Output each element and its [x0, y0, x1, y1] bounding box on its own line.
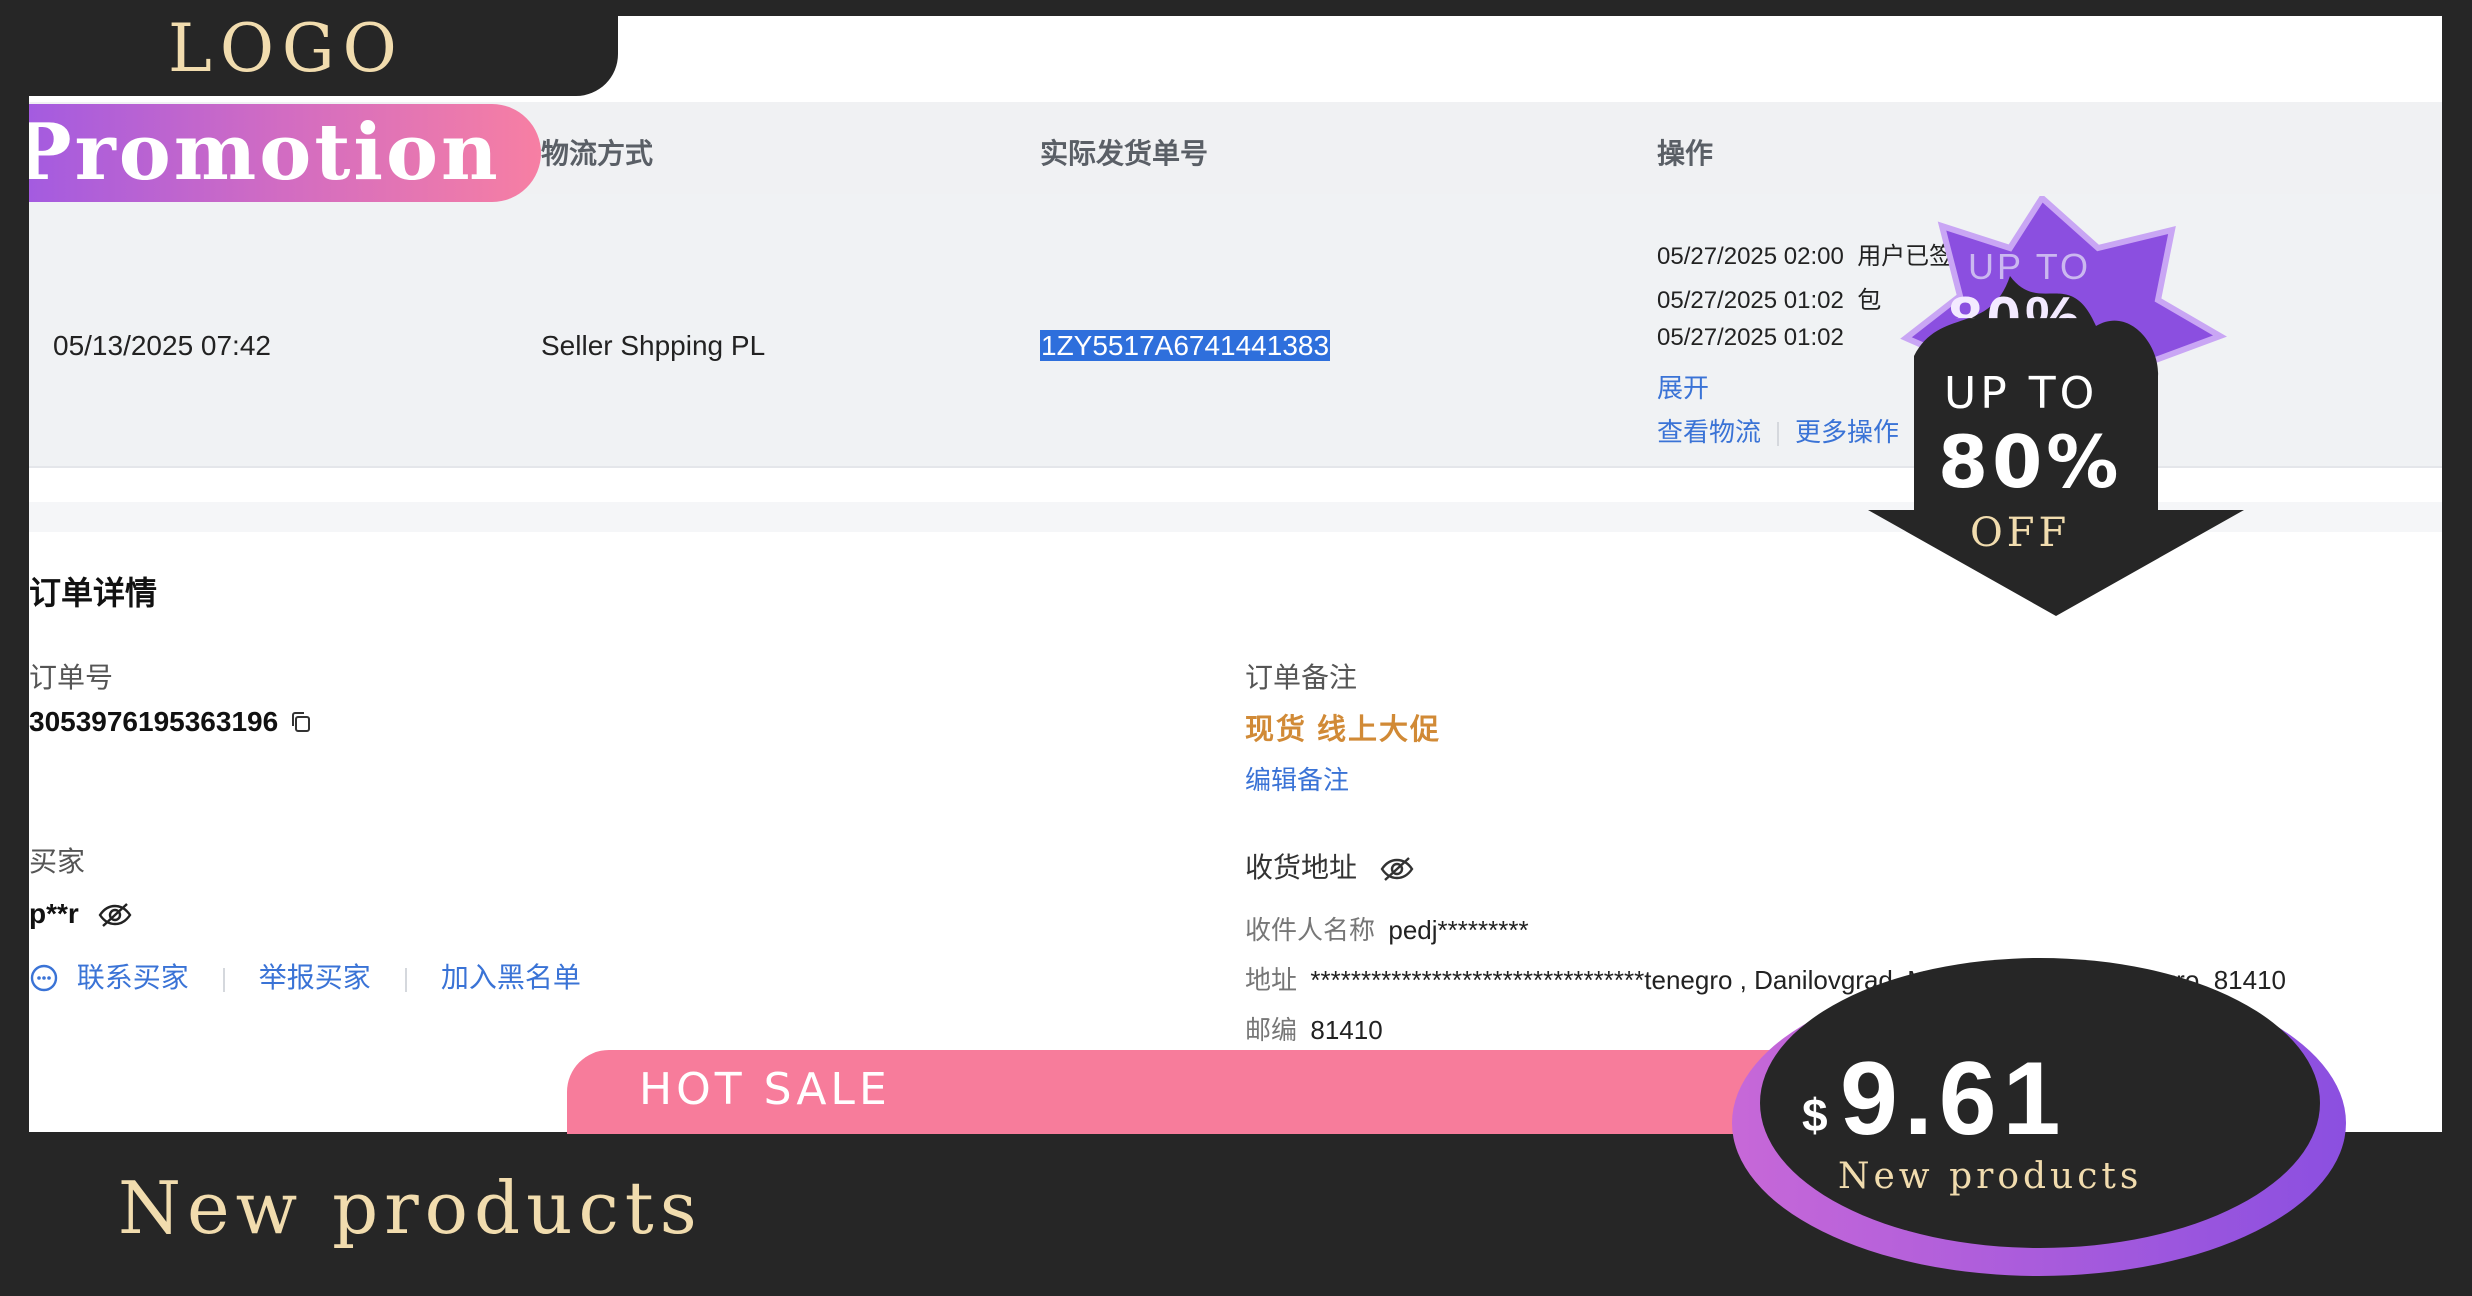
log-time: 05/27/2025 01:02 [1657, 287, 1844, 314]
new-products-caption: New products [118, 1166, 703, 1250]
sale-up-to: UP TO [1944, 368, 2099, 419]
edit-remark-link[interactable]: 编辑备注 [1245, 760, 1349, 797]
hot-sale-text: HOT SALE [639, 1064, 891, 1115]
buyer-actions: 联系买家 举报买家 加入黑名单 [29, 956, 581, 996]
tracking-number-selection: 1ZY5517A6741441383 [1040, 330, 1331, 361]
price-value: 9.61 [1840, 1041, 2067, 1157]
order-number: 3053976195363196 [29, 706, 279, 737]
buyer-label: 买家 [29, 846, 86, 877]
sale-bg-up-to: UP TO [1968, 246, 2092, 287]
recipient-row: 收件人名称 pedj********* [1245, 910, 1529, 947]
promotion-text: Promotion [29, 107, 501, 198]
sale-percent: 80% [1938, 420, 2123, 504]
chat-icon [30, 964, 58, 992]
eye-off-icon[interactable] [97, 901, 133, 929]
eye-off-icon[interactable] [1379, 855, 1415, 883]
order-remark: 现货 线上大促 [1245, 714, 1442, 746]
address-heading: 收货地址 [1245, 846, 1415, 886]
copy-icon[interactable] [289, 710, 313, 734]
price-subtitle: New products [1838, 1156, 2143, 1197]
divider [1777, 422, 1780, 447]
recipient-label: 收件人名称 [1245, 915, 1376, 945]
zip-label: 邮编 [1245, 1015, 1298, 1045]
report-buyer-link[interactable]: 举报买家 [259, 962, 371, 993]
price-currency: $ [1802, 1089, 1828, 1141]
header-shipping-method: 物流方式 [541, 138, 654, 169]
divider [404, 967, 407, 992]
logo: LOGO [168, 10, 405, 87]
buyer-row: p**r [29, 898, 133, 930]
zip-value: 81410 [1310, 1015, 1383, 1045]
remark-label: 订单备注 [1245, 662, 1358, 693]
logo-tab: LOGO [0, 0, 618, 96]
log-entry: 05/27/2025 01:02 [1657, 324, 1844, 352]
recipient-name: pedj********* [1388, 915, 1529, 945]
tracking-number[interactable]: 1ZY5517A6741441383 [1040, 330, 1331, 362]
log-time: 05/27/2025 02:00 [1657, 243, 1844, 270]
order-no-label: 订单号 [29, 662, 114, 693]
shipping-method: Seller Shpping PL [541, 330, 766, 361]
sale-off: OFF [1970, 510, 2071, 556]
address-label: 收货地址 [1245, 852, 1358, 883]
blacklist-link[interactable]: 加入黑名单 [441, 962, 581, 993]
view-logistics-link[interactable]: 查看物流 [1657, 417, 1761, 447]
order-date: 05/13/2025 07:42 [53, 330, 271, 361]
log-time: 05/27/2025 01:02 [1657, 324, 1844, 351]
header-tracking-no: 实际发货单号 [1040, 138, 1209, 169]
divider [222, 967, 225, 992]
buyer-name: p**r [29, 898, 79, 929]
order-no-row: 3053976195363196 [29, 706, 313, 738]
header-actions: 操作 [1657, 138, 1714, 169]
contact-buyer-link[interactable]: 联系买家 [77, 962, 189, 993]
expand-link[interactable]: 展开 [1657, 368, 1709, 405]
addr-label: 地址 [1245, 965, 1298, 995]
promotion-banner: Promotion [29, 104, 541, 202]
section-title: 订单详情 [29, 575, 158, 611]
zip-row: 邮编 81410 [1245, 1010, 1383, 1047]
